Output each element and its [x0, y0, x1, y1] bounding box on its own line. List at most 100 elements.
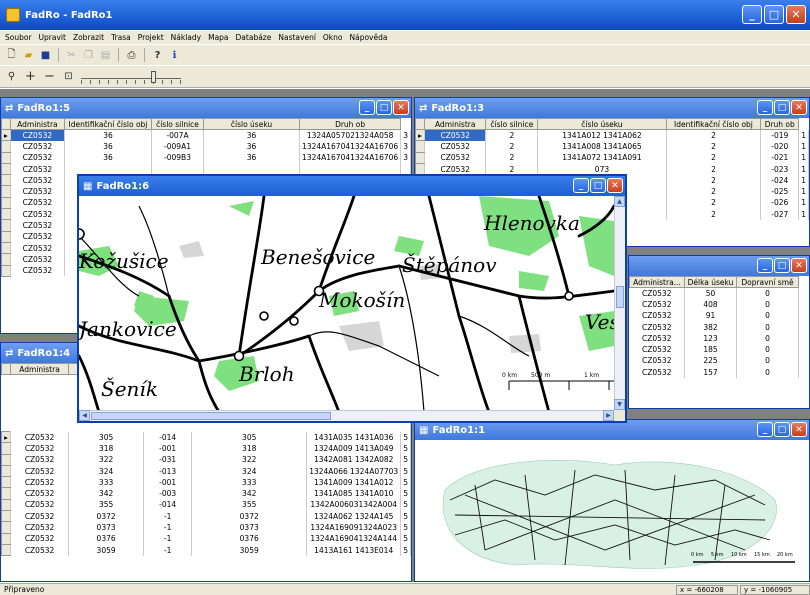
scroll-left-arrow[interactable]: ◀	[79, 410, 90, 421]
table-cell[interactable]: 1341A085 1341A010	[306, 487, 402, 500]
window-fadro-2[interactable]: _ □ ✕ Administra... Délka úseku Dopravní…	[628, 255, 810, 409]
menu-soubor[interactable]: Soubor	[5, 33, 32, 42]
table-cell[interactable]: -003	[143, 487, 193, 500]
window-2-maximize[interactable]: □	[774, 258, 790, 273]
table-cell[interactable]: -026	[760, 197, 800, 209]
table-cell[interactable]: 1324A169091324A023	[306, 521, 402, 534]
column-header[interactable]: číslo silnice	[485, 118, 539, 130]
table-cell[interactable]: CZ0532	[10, 174, 65, 186]
table-cell[interactable]: -1	[143, 510, 193, 522]
table-row[interactable]: CZ0532 91 0	[629, 310, 799, 322]
new-file-icon[interactable]: 🗋	[5, 49, 18, 62]
table-cell[interactable]: 2	[485, 129, 539, 141]
menu-naklady[interactable]: Náklady	[171, 33, 201, 42]
menu-napoveda[interactable]: Nápověda	[350, 33, 388, 42]
cut-icon[interactable]: ✂	[65, 49, 78, 62]
table-cell[interactable]: CZ0532	[10, 465, 70, 477]
table-cell[interactable]: 2	[485, 163, 539, 175]
table-cell[interactable]: 36	[203, 152, 301, 164]
table-cell[interactable]: 0	[736, 343, 799, 356]
table-cell[interactable]: 157	[684, 366, 737, 378]
table-cell[interactable]: CZ0532	[10, 533, 70, 545]
table-cell[interactable]: CZ0532	[629, 310, 685, 322]
table-cell[interactable]: -019	[760, 129, 800, 141]
table-cell[interactable]: CZ0532	[629, 321, 685, 333]
table-cell[interactable]: -001	[143, 442, 193, 455]
table-cell[interactable]: 1341A072 1341A091	[537, 152, 667, 164]
window-5-maximize[interactable]: □	[376, 100, 392, 115]
window-fadro-1[interactable]: ▦ FadRo1:1 _ □ ✕ 0 km 5 km 10 km 15 km 2…	[414, 419, 810, 582]
table-cell[interactable]: -009A1	[151, 140, 205, 153]
table-cell[interactable]: 1342A006031342A004	[306, 499, 402, 511]
table-cell[interactable]: 5	[400, 533, 411, 545]
table-cell[interactable]: 5	[400, 521, 411, 534]
column-header[interactable]: Administra...	[629, 276, 685, 288]
table-cell[interactable]: 0373	[191, 521, 308, 534]
menu-databaze[interactable]: Databáze	[236, 33, 272, 42]
table-row[interactable]: CZ0532 318 -001 318 1324A009 1413A049 5	[1, 442, 411, 455]
table-cell[interactable]: -009B3	[151, 152, 205, 164]
table-cell[interactable]: 2	[666, 197, 762, 209]
table-cell[interactable]: 36	[64, 152, 152, 164]
window-1-close[interactable]: ✕	[791, 422, 807, 437]
table-cell[interactable]: 324	[191, 465, 308, 477]
table-cell[interactable]: 1	[798, 152, 809, 164]
table-cell[interactable]: 36	[64, 129, 152, 141]
print-icon[interactable]: ⎙	[125, 49, 138, 62]
table-cell[interactable]: CZ0532	[10, 253, 65, 266]
paste-icon[interactable]: ▤	[99, 49, 112, 62]
detail-map[interactable]: Kožušice Benešovice Štěpánov Hlenovka Ja…	[79, 196, 614, 410]
column-header[interactable]: Identifikační číslo obj	[63, 118, 152, 130]
table-cell[interactable]: -014	[143, 499, 193, 511]
table-cell[interactable]: 1324A066 1324A07703	[306, 465, 402, 477]
info-icon[interactable]: ℹ	[168, 49, 181, 62]
zoom-extent-icon[interactable]: ⊡	[62, 70, 75, 83]
table-cell[interactable]: 50	[684, 287, 737, 299]
table-cell[interactable]: -027	[760, 208, 800, 220]
table-cell[interactable]: 305	[191, 431, 308, 443]
zoom-in-icon[interactable]: +	[24, 69, 37, 84]
table-cell[interactable]: 1413A161 1413E014	[306, 544, 402, 556]
column-header[interactable]: Dopravní smě	[736, 276, 799, 288]
table-cell[interactable]: -020	[760, 140, 800, 153]
table-cell[interactable]: CZ0532	[424, 163, 487, 175]
table-cell[interactable]: 0	[736, 332, 799, 344]
table-cell[interactable]: CZ0532	[10, 544, 70, 556]
table-cell[interactable]: 5	[400, 465, 411, 477]
table-row[interactable]: CZ0532 225 0	[629, 355, 799, 367]
table-cell[interactable]: 1	[798, 129, 809, 141]
table-cell[interactable]	[151, 163, 205, 175]
table-cell[interactable]: CZ0532	[10, 265, 65, 277]
table-cell[interactable]: 408	[684, 298, 737, 311]
column-header[interactable]: Druh ob	[299, 118, 402, 130]
window-3-close[interactable]: ✕	[791, 100, 807, 115]
copy-icon[interactable]: ❐	[82, 49, 95, 62]
column-header[interactable]: číslo úseku	[537, 118, 667, 130]
window-6-titlebar[interactable]: ▦ FadRo1:6 _ □ ✕	[79, 176, 625, 196]
window-6-close[interactable]: ✕	[607, 178, 623, 193]
table-row[interactable]: CZ0532 3059 -1 3059 1413A161 1413E014 5	[1, 543, 411, 557]
window-3-minimize[interactable]: _	[757, 100, 773, 115]
table-cell[interactable]: CZ0532	[629, 287, 685, 299]
table-cell[interactable]: 3	[400, 140, 411, 153]
table-cell[interactable]: 225	[684, 355, 737, 367]
menu-nastaveni[interactable]: Nastavení	[278, 33, 316, 42]
table-cell[interactable]: 185	[684, 343, 737, 356]
table-cell[interactable]: -014	[143, 431, 193, 443]
table-cell[interactable]: 1	[798, 174, 809, 186]
table-row[interactable]: CZ0532 322 -031 322 1342A081 1342A082 5	[1, 453, 411, 466]
table-cell[interactable]: 5	[400, 487, 411, 500]
table-cell[interactable]: 0	[736, 321, 799, 333]
table-cell[interactable]	[203, 163, 301, 175]
menu-upravit[interactable]: Upravit	[39, 33, 66, 42]
table-cell[interactable]: 1324A167041324A16706	[299, 152, 402, 164]
table-cell[interactable]: 0	[736, 310, 799, 322]
table-cell[interactable]: 1324A009 1413A049	[306, 442, 402, 455]
table-cell[interactable]: 36	[203, 129, 301, 141]
table-cell[interactable]: CZ0532	[10, 219, 65, 232]
table-cell[interactable]: 5	[400, 510, 411, 522]
table-cell[interactable]: 2	[666, 129, 762, 141]
table-cell[interactable]: 073	[537, 163, 667, 175]
table-cell[interactable]: 2	[666, 208, 762, 220]
window-3-titlebar[interactable]: ⇄ FadRo1:3 _ □ ✕	[415, 98, 809, 118]
